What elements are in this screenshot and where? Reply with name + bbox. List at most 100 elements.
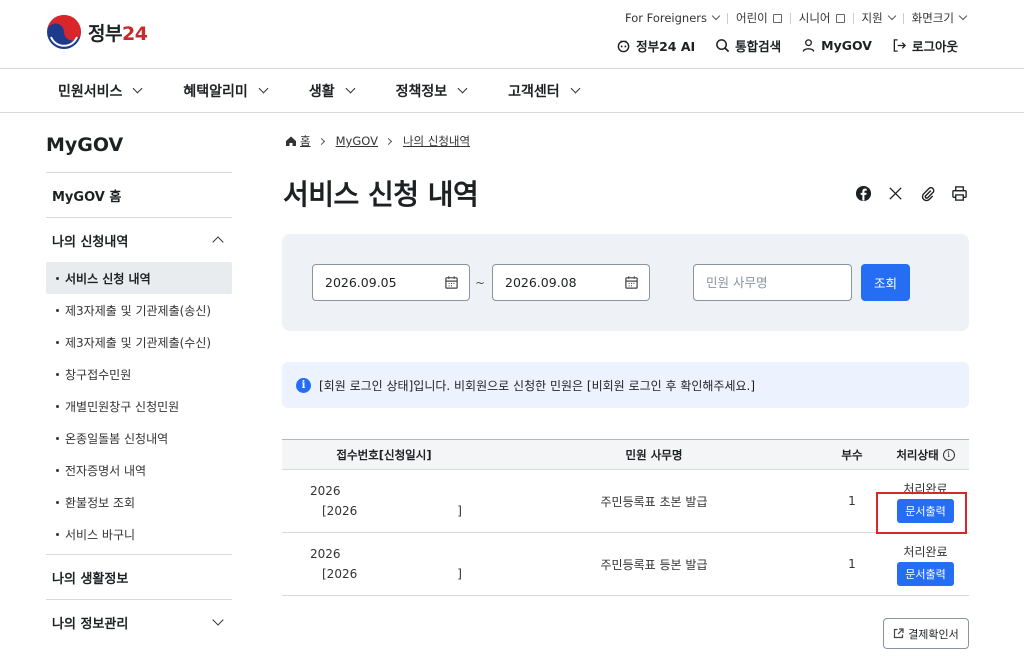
senior-link[interactable]: 시니어 <box>799 10 845 26</box>
gov24-logo[interactable]: 정부24 <box>46 14 148 50</box>
sidebar-item-service-basket[interactable]: 서비스 바구니 <box>46 518 232 550</box>
breadcrumb-home[interactable]: 홈 <box>300 133 311 149</box>
header-copies: 부수 <box>841 447 863 462</box>
search-icon <box>716 39 730 53</box>
applications-table: 접수번호[신청일시] 민원 사무명 부수 처리상태 i 2026 [2026] 주… <box>282 439 969 596</box>
search-panel: 2026.09.05 ~ 2026.09.08 조회 <box>282 234 969 331</box>
sidebar-item-service-applications[interactable]: 서비스 신청 내역 <box>46 262 232 294</box>
page-title: 서비스 신청 내역 <box>283 178 479 211</box>
table-header: 접수번호[신청일시] 민원 사무명 부수 처리상태 i <box>282 439 969 470</box>
gnb-benefit-alert[interactable]: 혜택알리미 <box>183 81 269 101</box>
breadcrumb-mygov[interactable]: MyGOV <box>336 134 378 148</box>
divider <box>727 12 728 24</box>
sidebar-item-life-info[interactable]: 나의 생활정보 <box>46 554 232 599</box>
utility-top-menu: For Foreigners 어린이 시니어 지원 화면크기 <box>625 10 968 26</box>
chevron-down-icon <box>258 83 269 93</box>
printer-icon <box>951 185 967 201</box>
screen-size-menu[interactable]: 화면크기 <box>912 10 968 26</box>
bullet-icon <box>56 532 59 536</box>
facebook-icon <box>855 185 871 201</box>
facebook-share-button[interactable] <box>854 184 872 202</box>
chevron-down-icon <box>457 83 468 93</box>
chevron-down-icon <box>132 83 143 93</box>
chevron-down-icon <box>570 83 581 93</box>
bullet-icon <box>56 436 59 440</box>
bullet-icon <box>56 468 59 472</box>
copies-cell: 1 <box>848 557 856 571</box>
share-toolbar <box>854 184 968 202</box>
external-link-icon <box>835 13 845 23</box>
notice-text: [회원 로그인 상태]입니다. 비회원으로 신청한 민원은 [비회원 로그인 후… <box>319 378 756 393</box>
sidebar-item-third-party-sent[interactable]: 제3자제출 및 기관제출(송신) <box>46 294 232 326</box>
status-text: 처리완료 <box>903 544 948 559</box>
sidebar-item-my-applications[interactable]: 나의 신청내역 <box>46 217 232 262</box>
header-status: 처리상태 i <box>882 447 969 463</box>
chevron-down-icon <box>711 11 721 21</box>
highlight-box <box>876 492 967 534</box>
calendar-icon[interactable] <box>444 275 459 290</box>
status-cell: 처리완료 문서출력 <box>882 543 969 586</box>
bullet-icon <box>56 276 59 280</box>
copy-link-button[interactable] <box>918 184 936 202</box>
kids-link[interactable]: 어린이 <box>736 10 782 26</box>
print-page-button[interactable] <box>950 184 968 202</box>
gnb-civil-service[interactable]: 민원서비스 <box>58 81 143 101</box>
chevron-down-icon <box>887 11 896 21</box>
divider <box>902 12 904 24</box>
date-from-field[interactable]: 2026.09.05 <box>312 264 470 301</box>
divider <box>789 12 791 24</box>
info-circle-icon[interactable]: i <box>942 448 955 461</box>
sidebar-submenu: 서비스 신청 내역 제3자제출 및 기관제출(송신) 제3자제출 및 기관제출(… <box>46 262 232 554</box>
sidebar-item-third-party-received[interactable]: 제3자제출 및 기관제출(수신) <box>46 326 232 358</box>
sidebar-nav: MyGOV 홈 나의 신청내역 서비스 신청 내역 제3자제출 및 기관제출(송… <box>46 172 232 644</box>
sidebar-item-refund-info[interactable]: 환불정보 조회 <box>46 486 232 518</box>
copies-cell: 1 <box>848 494 856 508</box>
chevron-right-icon <box>384 137 392 145</box>
info-icon: i <box>296 377 311 393</box>
sidebar-item-mygov-home[interactable]: MyGOV 홈 <box>46 172 232 217</box>
search-submit-button[interactable]: 조회 <box>861 264 910 301</box>
paperclip-icon <box>921 186 934 201</box>
gov24-ai-button[interactable]: 정부24 AI <box>616 36 695 55</box>
logout-icon <box>893 39 907 52</box>
calendar-icon[interactable] <box>624 275 639 290</box>
divider <box>852 12 854 24</box>
x-twitter-icon <box>888 186 902 200</box>
support-menu[interactable]: 지원 <box>862 10 896 26</box>
user-icon <box>802 39 815 52</box>
sidebar-item-all-day-care[interactable]: 온종일돌봄 신청내역 <box>46 422 232 454</box>
breadcrumb-current[interactable]: 나의 신청내역 <box>403 133 470 149</box>
logout-button[interactable]: 로그아웃 <box>892 36 958 55</box>
table-row: 2026 [2026] 주민등록표 등본 발급 1 처리완료 문서출력 <box>282 533 969 596</box>
utility-main-menu: 정부24 AI 통합검색 MyGOV 로그아웃 <box>616 36 958 55</box>
bullet-icon <box>56 340 59 344</box>
integrated-search-button[interactable]: 통합검색 <box>715 36 781 55</box>
for-foreigners-link[interactable]: For Foreigners <box>625 11 721 25</box>
bullet-icon <box>56 500 59 504</box>
taegeuk-emblem-icon <box>47 15 81 49</box>
chevron-down-icon <box>212 614 224 626</box>
sidebar-item-info-management[interactable]: 나의 정보관리 <box>46 599 232 644</box>
civil-affair-name-input[interactable] <box>693 264 852 301</box>
date-to-field[interactable]: 2026.09.08 <box>492 264 650 301</box>
gnb-customer-center[interactable]: 고객센터 <box>508 81 581 101</box>
sidebar-item-counter-applications[interactable]: 창구접수민원 <box>46 358 232 390</box>
sidebar-item-individual-counter[interactable]: 개별민원창구 신청민원 <box>46 390 232 422</box>
print-document-button[interactable]: 문서출력 <box>897 561 954 586</box>
header-receipt: 접수번호[신청일시] <box>336 447 432 462</box>
table-row: 2026 [2026] 주민등록표 초본 발급 1 처리완료 문서출력 <box>282 470 969 533</box>
sidebar-item-e-certificates[interactable]: 전자증명서 내역 <box>46 454 232 486</box>
home-icon <box>286 136 296 146</box>
payment-confirmation-button[interactable]: 결제확인서 <box>883 618 969 649</box>
civil-affair-name-cell: 주민등록표 등본 발급 <box>600 557 708 572</box>
sidebar-title: MyGOV <box>46 134 124 156</box>
gnb-life[interactable]: 생활 <box>309 81 356 101</box>
bullet-icon <box>56 372 59 376</box>
x-share-button[interactable] <box>886 184 904 202</box>
mygov-button[interactable]: MyGOV <box>801 38 872 53</box>
ai-bot-icon <box>617 40 630 53</box>
chevron-down-icon <box>958 11 968 21</box>
external-link-icon <box>772 13 782 23</box>
date-range-separator: ~ <box>475 276 486 290</box>
gnb-policy-info[interactable]: 정책정보 <box>396 81 468 101</box>
